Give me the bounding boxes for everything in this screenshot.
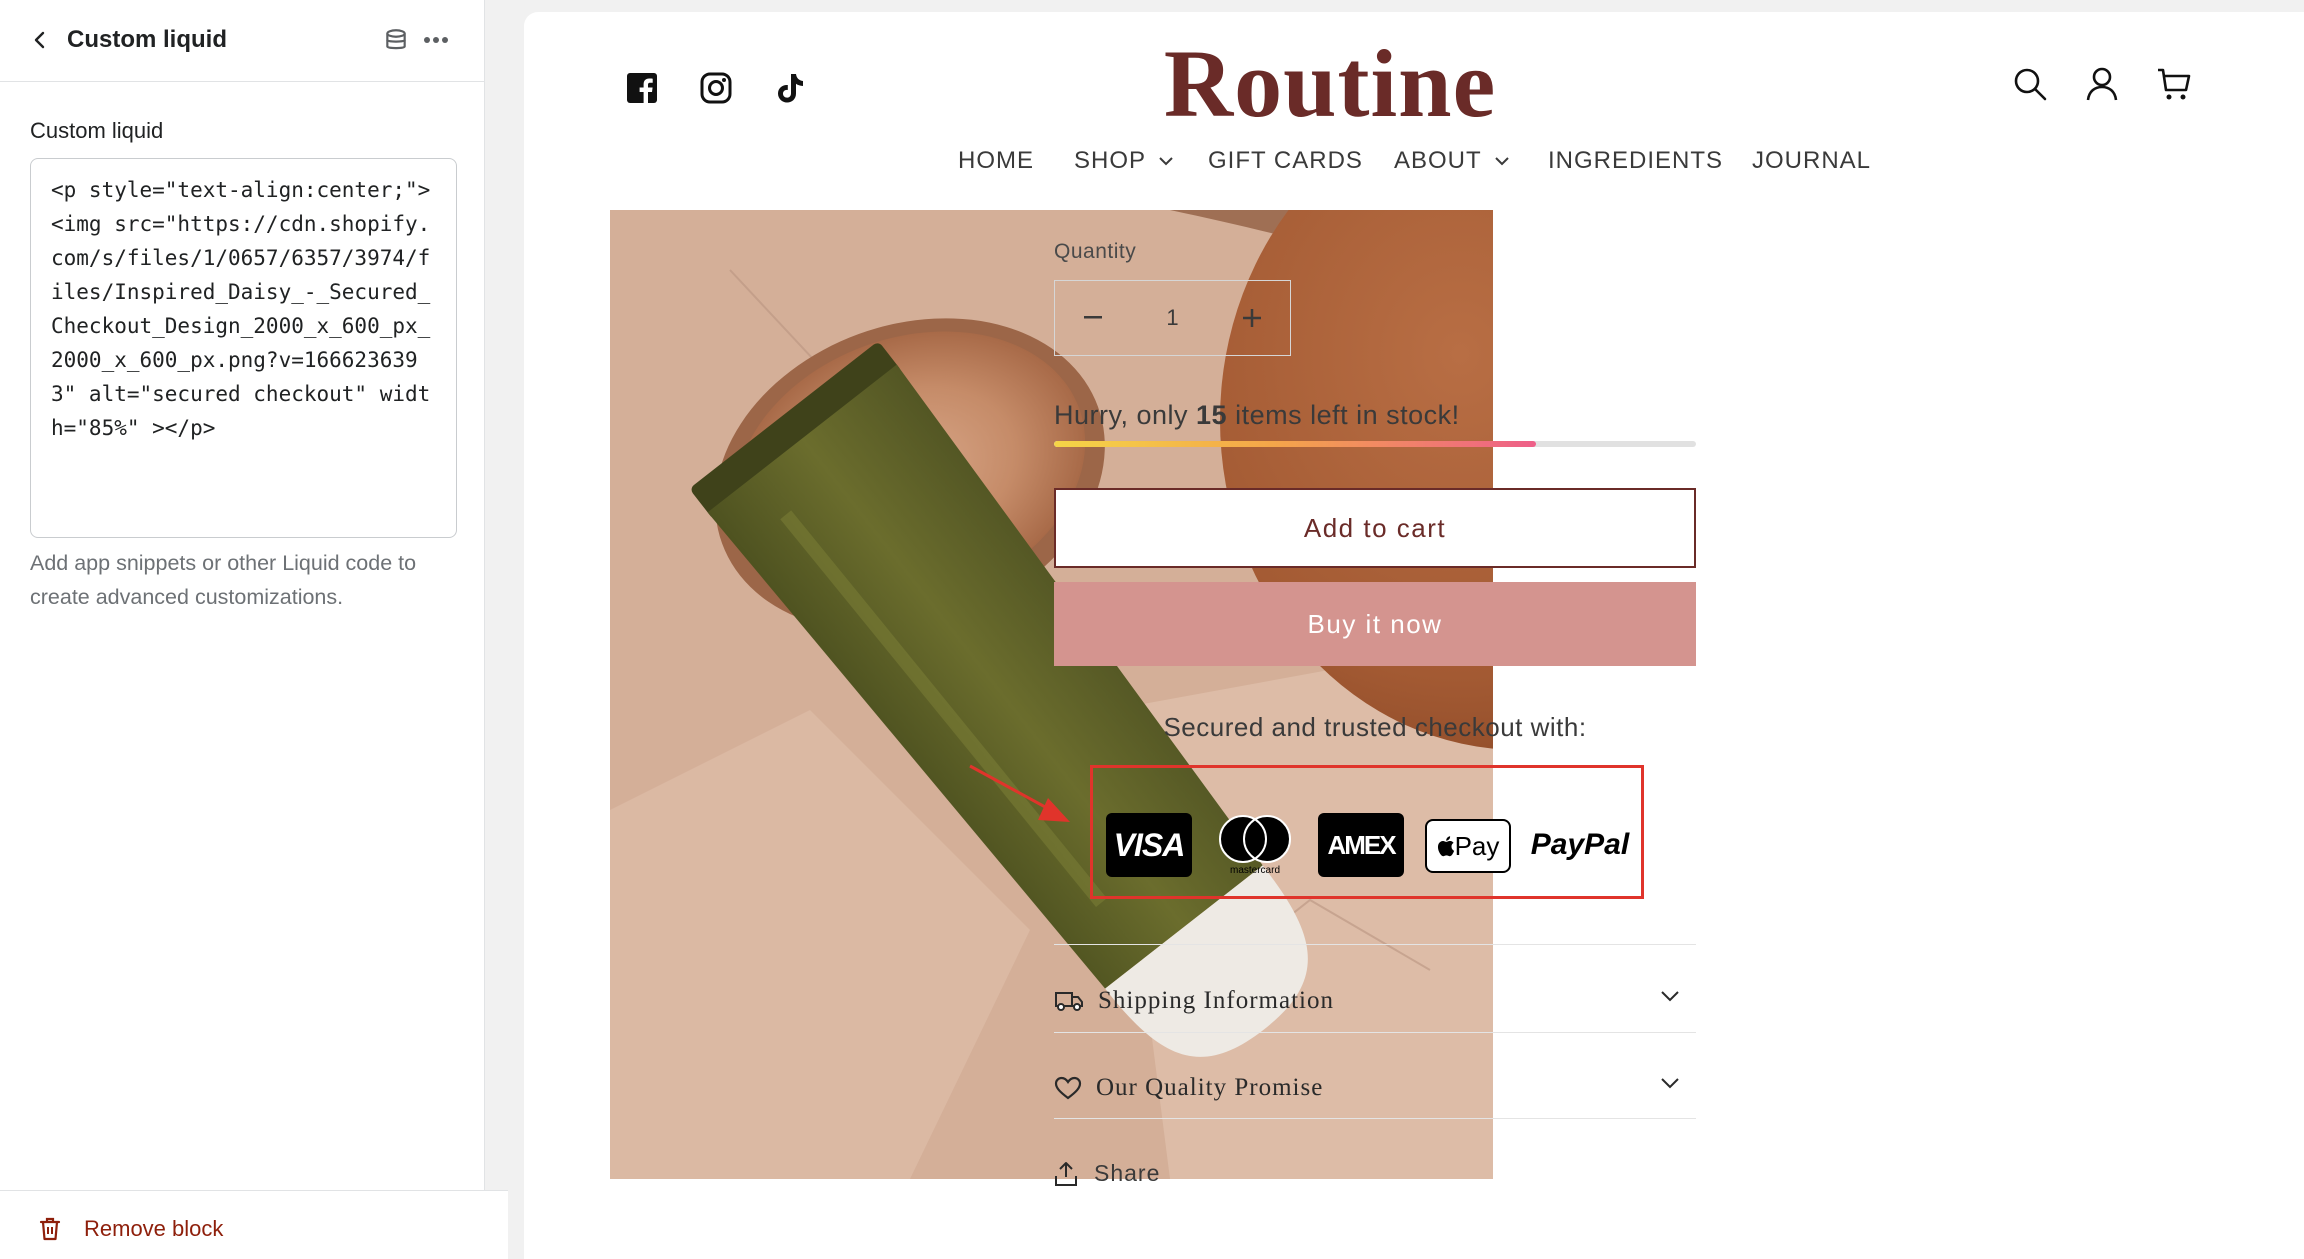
back-button[interactable] xyxy=(22,22,58,58)
tiktok-icon xyxy=(778,74,803,103)
facebook-link[interactable] xyxy=(624,70,660,106)
secured-checkout-text: Secured and trusted checkout with: xyxy=(1163,712,1587,742)
database-icon xyxy=(386,29,406,50)
instagram-link[interactable] xyxy=(698,70,734,106)
nav-home-label: HOME xyxy=(958,147,1034,174)
chevron-down-icon xyxy=(1661,1078,1679,1089)
apple-pay-icon: Pay xyxy=(1425,819,1511,873)
visa-icon: VISA xyxy=(1106,813,1192,877)
custom-liquid-label: Custom liquid xyxy=(30,118,164,143)
share-label: Share xyxy=(1094,1160,1161,1186)
panel-header: Custom liquid xyxy=(0,0,485,82)
paypal-icon: PayPal xyxy=(1530,828,1630,861)
storefront-preview: Routine HOME SHOP GIFT CARDS ABOUT INGRE… xyxy=(524,12,2304,1259)
store-logo[interactable]: Routine xyxy=(824,24,1836,144)
dynamic-source-button[interactable] xyxy=(378,22,414,58)
stock-prefix: Hurry, only xyxy=(1054,400,1197,430)
chevron-down-icon xyxy=(1661,991,1679,1002)
quantity-increase-button[interactable] xyxy=(1214,280,1290,356)
quantity-decrease-button[interactable] xyxy=(1055,280,1131,356)
nav-about[interactable]: ABOUT xyxy=(1394,141,1510,181)
truck-icon xyxy=(1055,992,1083,1011)
quantity-input[interactable]: 1 xyxy=(1131,305,1214,331)
accordion-shipping-label: Shipping Information xyxy=(1098,987,1334,1014)
search-button[interactable] xyxy=(2008,62,2052,106)
trash-icon xyxy=(39,1217,61,1241)
help-text: Add app snippets or other Liquid code to… xyxy=(30,551,417,609)
panel-title: Custom liquid xyxy=(67,26,227,53)
more-actions-button[interactable] xyxy=(418,22,454,58)
cart-icon xyxy=(2158,68,2191,100)
accordion-quality-label: Our Quality Promise xyxy=(1096,1074,1324,1101)
nav-ingredients-label: INGREDIENTS xyxy=(1548,147,1724,174)
nav-shop[interactable]: SHOP xyxy=(1074,141,1174,181)
stock-message: Hurry, only 15 items left in stock! xyxy=(1054,400,1460,431)
minus-icon xyxy=(1084,316,1102,319)
stock-suffix: items left in stock! xyxy=(1227,400,1460,430)
account-icon xyxy=(2086,67,2118,101)
nav-journal[interactable]: JOURNAL xyxy=(1752,141,1871,181)
nav-shop-label: SHOP xyxy=(1074,147,1147,174)
tiktok-link[interactable] xyxy=(772,70,808,106)
stock-progress-bar xyxy=(1054,441,1696,447)
chevron-left-icon xyxy=(34,31,45,49)
nav-journal-label: JOURNAL xyxy=(1752,147,1872,174)
buy-it-now-button[interactable]: Buy it now xyxy=(1054,582,1696,666)
divider xyxy=(1054,1032,1696,1033)
remove-block-label: Remove block xyxy=(84,1216,224,1241)
share-button[interactable]: Share xyxy=(1054,1160,1160,1187)
custom-liquid-textarea[interactable]: <p style="text-align:center;"><img src="… xyxy=(30,158,457,538)
add-to-cart-button[interactable]: Add to cart xyxy=(1054,488,1696,568)
remove-block-button[interactable]: Remove block xyxy=(38,1216,223,1242)
stock-count: 15 xyxy=(1196,400,1228,430)
quantity-stepper: 1 xyxy=(1054,280,1291,356)
instagram-icon xyxy=(700,72,732,104)
heart-icon xyxy=(1054,1076,1082,1100)
apple-icon xyxy=(1437,836,1454,857)
account-button[interactable] xyxy=(2080,62,2124,106)
facebook-icon xyxy=(627,73,657,104)
nav-gift-cards[interactable]: GIFT CARDS xyxy=(1208,141,1363,181)
editor-sidebar: Custom liquid Custom liquid <p style="te… xyxy=(0,0,485,1259)
share-icon xyxy=(1055,1161,1077,1186)
mastercard-icon: mastercard xyxy=(1212,813,1298,877)
cart-button[interactable] xyxy=(2152,62,2196,106)
apple-pay-label: Pay xyxy=(1454,830,1500,861)
search-icon xyxy=(2014,68,2047,101)
arrow-icon xyxy=(969,764,1070,822)
nav-gift-cards-label: GIFT CARDS xyxy=(1208,147,1363,174)
quantity-label: Quantity xyxy=(1054,240,1137,263)
stock-progress-fill xyxy=(1054,441,1536,447)
amex-icon: AMEX xyxy=(1318,813,1404,877)
nav-home[interactable]: HOME xyxy=(958,141,1034,181)
nav-about-label: ABOUT xyxy=(1394,147,1482,174)
chevron-down-icon xyxy=(1494,156,1510,166)
ellipsis-icon xyxy=(424,37,448,43)
plus-icon xyxy=(1243,309,1261,327)
mastercard-label: mastercard xyxy=(1229,864,1280,876)
chevron-down-icon xyxy=(1158,156,1174,166)
divider xyxy=(1054,1118,1696,1119)
divider xyxy=(1054,944,1696,945)
nav-ingredients[interactable]: INGREDIENTS xyxy=(1548,141,1723,181)
